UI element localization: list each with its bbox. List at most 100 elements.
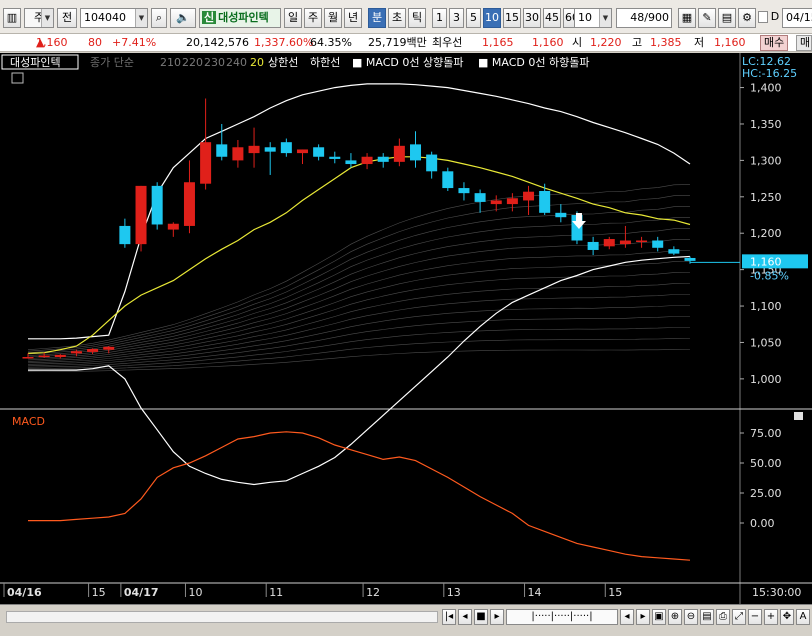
chart-canvas[interactable]: 대성파인텍 종가 단순 210 220 230 240 20 상한선 하한선 ■ MACD 0선 … bbox=[0, 53, 812, 604]
fit-icon[interactable]: ▣ bbox=[652, 609, 666, 625]
stop-icon[interactable]: ■ bbox=[474, 609, 488, 625]
candle-body-27 bbox=[458, 188, 470, 194]
interval-button-30[interactable]: 30 bbox=[523, 8, 541, 28]
period-button-2[interactable]: 월 bbox=[324, 8, 342, 28]
period-button-5[interactable]: 초 bbox=[388, 8, 406, 28]
candle-body-9 bbox=[167, 223, 179, 230]
ask-price: 1,165 bbox=[482, 36, 514, 49]
change-percent: +7.41% bbox=[112, 36, 157, 49]
zoom-in-icon[interactable]: ⊕ bbox=[668, 609, 682, 625]
candle-body-14 bbox=[248, 145, 260, 154]
macd-tick-label-0: 75.00 bbox=[750, 427, 782, 440]
x-axis-time-label: 15:30:00 bbox=[752, 586, 801, 599]
low-price: 1,160 bbox=[714, 36, 746, 49]
legend-ma-label: 종가 단순 bbox=[90, 56, 134, 69]
interval-button-3[interactable]: 3 bbox=[449, 8, 464, 28]
sell-button[interactable]: 매도 bbox=[796, 35, 812, 51]
candle-body-32 bbox=[539, 190, 551, 213]
open-label: 시 bbox=[572, 36, 583, 49]
buy-button[interactable]: 매수 bbox=[760, 35, 789, 51]
current-price: 1,160 ▲ bbox=[36, 36, 68, 49]
arrows-icon[interactable]: ✥ bbox=[780, 609, 794, 625]
candle-body-41 bbox=[684, 257, 696, 261]
period-button-4[interactable]: 분 bbox=[368, 8, 386, 28]
candle-body-5 bbox=[103, 346, 115, 350]
x-tick-label-6: 13 bbox=[447, 586, 461, 599]
chart-type-icon[interactable]: ▥ bbox=[3, 8, 21, 28]
scope-button[interactable]: 전 bbox=[57, 8, 77, 28]
chart-toolbar: ▥ 주 ▼ 전 104040 ▼ ⌕ 🔈 신 대성파인텍 일 주 월 년 분 초 틱 1 3 5 10 15… bbox=[0, 0, 812, 34]
candle-body-40 bbox=[668, 249, 680, 254]
macd-tick-label-3: 0.00 bbox=[750, 517, 775, 530]
current-change-tag: -0.85% bbox=[750, 269, 789, 282]
expand-icon[interactable]: ⤢ bbox=[732, 609, 746, 625]
print-icon[interactable]: ⎙ bbox=[716, 609, 730, 625]
list-icon[interactable]: ▤ bbox=[700, 609, 714, 625]
candle-body-22 bbox=[377, 156, 389, 162]
candle-body-17 bbox=[296, 149, 308, 154]
trade-amount: 25,719백만 bbox=[368, 36, 427, 49]
stock-code-input[interactable]: 104040 ▼ bbox=[80, 8, 148, 28]
count-select[interactable]: 10 ▼ bbox=[574, 8, 612, 28]
grid-icon[interactable]: ▦ bbox=[678, 8, 696, 28]
price-change: 80 bbox=[88, 36, 102, 49]
draw-tool-icon[interactable]: ✎ bbox=[698, 8, 716, 28]
search-icon[interactable]: ⌕ bbox=[151, 8, 167, 28]
price-tick-label-2: 1,300 bbox=[750, 154, 782, 167]
price-tick-label-7: 1,050 bbox=[750, 336, 782, 349]
interval-button-1[interactable]: 1 bbox=[432, 8, 447, 28]
legend-ma-230: 230 bbox=[204, 56, 225, 69]
stock-name-field[interactable]: 신 대성파인텍 bbox=[199, 8, 281, 28]
open-price: 1,220 bbox=[590, 36, 622, 49]
zoom-slider[interactable]: |·····|·····|·····| bbox=[506, 609, 618, 625]
price-tick-label-3: 1,250 bbox=[750, 191, 782, 204]
legend-ma-210: 210 bbox=[160, 56, 181, 69]
candle-body-15 bbox=[264, 147, 276, 152]
current-price-tag: 1,160 bbox=[750, 255, 782, 268]
chart-scrollbar[interactable] bbox=[6, 611, 438, 623]
candle-body-39 bbox=[652, 240, 664, 248]
price-chart[interactable]: 대성파인텍 종가 단순 210 220 230 240 20 상한선 하한선 ■ MACD 0선 … bbox=[0, 53, 812, 636]
period-button-3[interactable]: 년 bbox=[344, 8, 362, 28]
stock-code-value: 104040 bbox=[84, 11, 126, 24]
candle-body-35 bbox=[587, 241, 599, 250]
period-button-6[interactable]: 틱 bbox=[408, 8, 426, 28]
page-total: /900 bbox=[644, 11, 669, 24]
scroll-next-icon[interactable]: ▸ bbox=[490, 609, 504, 625]
save-icon[interactable]: ▤ bbox=[718, 8, 736, 28]
candle-body-33 bbox=[555, 212, 567, 218]
speaker-icon[interactable]: 🔈 bbox=[170, 8, 196, 28]
date-input[interactable]: 04/15 bbox=[782, 8, 812, 28]
candle-body-12 bbox=[216, 144, 228, 157]
period-select[interactable]: 주 ▼ bbox=[24, 8, 54, 28]
candle-body-19 bbox=[329, 156, 341, 159]
scroll-forward-icon[interactable]: ▸ bbox=[636, 609, 650, 625]
stock-name: 대성파인텍 bbox=[218, 11, 269, 24]
scroll-prev-icon[interactable]: ◂ bbox=[458, 609, 472, 625]
period-button-1[interactable]: 주 bbox=[304, 8, 322, 28]
scroll-first-icon[interactable]: |◂ bbox=[442, 609, 456, 625]
interval-button-45[interactable]: 45 bbox=[543, 8, 561, 28]
interval-button-10[interactable]: 10 bbox=[483, 8, 501, 28]
minus-icon[interactable]: − bbox=[748, 609, 762, 625]
plus-icon[interactable]: + bbox=[764, 609, 778, 625]
volume-ratio: 1,337.60% bbox=[254, 36, 314, 49]
interval-button-5[interactable]: 5 bbox=[466, 8, 481, 28]
candle-body-13 bbox=[232, 147, 244, 161]
page-field[interactable]: 48/900 bbox=[616, 8, 672, 28]
candle-body-7 bbox=[135, 185, 147, 245]
high-label: 고 bbox=[632, 36, 643, 49]
settings-icon[interactable]: ⚙ bbox=[738, 8, 756, 28]
macd-title: MACD bbox=[12, 415, 45, 428]
x-tick-label-3: 10 bbox=[188, 586, 202, 599]
scroll-back-icon[interactable]: ◂ bbox=[620, 609, 634, 625]
period-button-0[interactable]: 일 bbox=[284, 8, 302, 28]
candle-body-10 bbox=[183, 182, 195, 226]
legend-lower-line: 하한선 bbox=[310, 55, 340, 69]
font-size-icon[interactable]: A bbox=[796, 609, 810, 625]
zoom-out-icon[interactable]: ⊖ bbox=[684, 609, 698, 625]
candle-body-1 bbox=[38, 355, 50, 358]
interval-button-15[interactable]: 15 bbox=[503, 8, 521, 28]
macd-tick-label-1: 50.00 bbox=[750, 457, 782, 470]
d-checkbox[interactable] bbox=[758, 11, 768, 23]
